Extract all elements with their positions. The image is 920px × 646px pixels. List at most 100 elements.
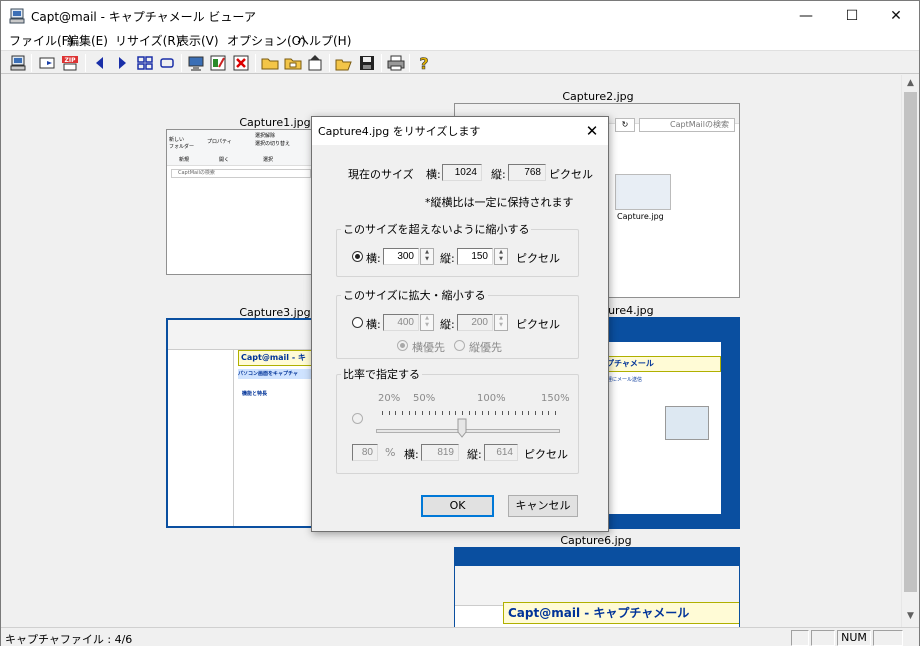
next-icon[interactable] <box>113 54 131 72</box>
group2-width-input[interactable]: 400 <box>383 314 419 331</box>
group2-height-input[interactable]: 200 <box>457 314 493 331</box>
group1-width-spinner[interactable]: ▲ ▼ <box>420 248 434 265</box>
status-text: キャプチャファイル : 4/6 <box>5 633 133 646</box>
thumbnail-capture3[interactable]: Capt@mail - キ パソコン画面をキャプチャ 機能と特長 <box>166 318 316 528</box>
group2-width-spinner[interactable]: ▲ ▼ <box>420 314 434 331</box>
vertical-scrollbar[interactable]: ▲ ▼ <box>901 75 919 627</box>
maximize-button[interactable]: ☐ <box>829 1 875 31</box>
slider-tick <box>395 411 397 415</box>
group-fit-size-title: このサイズに拡大・縮小する <box>341 287 488 303</box>
status-panel-2 <box>811 630 835 646</box>
previous-icon[interactable] <box>91 54 109 72</box>
scale-label-100: 100% <box>477 393 506 404</box>
thumb3-heading: Capt@mail - キ <box>238 350 314 366</box>
status-panel-4 <box>873 630 903 646</box>
help-icon[interactable]: ? <box>415 54 433 74</box>
folder-icon[interactable] <box>261 54 279 72</box>
slider-tick <box>382 411 383 415</box>
slider-tick <box>448 411 450 415</box>
ok-button[interactable]: OK <box>421 495 494 517</box>
zip-icon[interactable]: ZIP <box>61 54 79 72</box>
open-file-icon[interactable] <box>335 54 353 72</box>
slider-tick <box>508 411 510 415</box>
scroll-thumb[interactable] <box>904 92 917 592</box>
slider-tick <box>481 411 483 415</box>
slider-tick <box>541 411 543 415</box>
group2-height-label: 縦: <box>440 318 455 331</box>
scroll-up-icon[interactable]: ▲ <box>902 75 919 92</box>
menu-file[interactable]: ファイル(F) <box>9 32 73 49</box>
menu-help[interactable]: ヘルプ(H) <box>297 32 351 49</box>
slider-tick <box>421 411 423 415</box>
radio-ratio[interactable] <box>352 413 363 424</box>
ratio-slider-thumb[interactable] <box>457 418 467 438</box>
open-folder-icon[interactable] <box>284 54 302 72</box>
print-icon[interactable] <box>387 54 405 72</box>
group-ratio-title: 比率で指定する <box>341 366 422 382</box>
ribbon-select-label: 選択解除 <box>255 133 276 139</box>
menu-view[interactable]: 表示(V) <box>177 32 219 49</box>
save-icon[interactable] <box>358 54 376 72</box>
menu-resize[interactable]: リサイズ(R) <box>115 32 180 49</box>
status-num: NUM <box>837 630 871 646</box>
thumbnail-capture1[interactable]: 新しい フォルダー プロパティ 選択解除 選択の切り替え 新規 開く 選択 Ca… <box>166 129 316 275</box>
thumbnail-grid-icon[interactable] <box>136 54 154 72</box>
slider-tick <box>388 411 390 415</box>
scale-label-20: 20% <box>378 393 401 404</box>
ratio-width-field: 819 <box>421 444 459 461</box>
minimize-button[interactable]: — <box>783 1 829 31</box>
group1-height-input[interactable]: 150 <box>457 248 493 265</box>
send-mail-icon[interactable] <box>38 54 56 72</box>
thumbnail-capture6[interactable]: Capt@mail - キャプチャメール <box>454 547 740 627</box>
capture-icon[interactable] <box>9 54 27 72</box>
current-width-label: 横: <box>426 168 441 181</box>
slider-tick <box>501 411 503 415</box>
scale-label-150: 150% <box>541 393 570 404</box>
cancel-button[interactable]: キャンセル <box>508 495 578 517</box>
status-panel-1 <box>791 630 809 646</box>
ratio-slider-track[interactable] <box>376 429 560 433</box>
ratio-percent-label: % <box>385 446 396 459</box>
group-max-size-title: このサイズを超えないように縮小する <box>341 221 532 237</box>
ratio-percent-field[interactable]: 80 <box>352 444 378 461</box>
radio-height-priority[interactable] <box>454 340 465 351</box>
menu-edit[interactable]: 編集(E) <box>67 32 108 49</box>
width-priority-label: 横優先 <box>412 341 445 354</box>
screen-capture-icon[interactable] <box>187 54 205 72</box>
current-height-field: 768 <box>508 164 546 181</box>
scale-label-50: 50% <box>413 393 436 404</box>
slider-tick <box>528 411 530 415</box>
aspect-note: *縦横比は一定に保持されます <box>425 196 574 209</box>
radio-max-size[interactable] <box>352 251 363 262</box>
single-view-icon[interactable] <box>158 54 176 72</box>
group1-width-input[interactable]: 300 <box>383 248 419 265</box>
dialog-title-bar[interactable]: Capture4.jpg をリサイズします ✕ <box>312 117 608 145</box>
thumb-label-capture6: Capture6.jpg <box>560 534 632 547</box>
edit-image-icon[interactable] <box>209 54 227 72</box>
slider-tick <box>461 411 463 415</box>
thumb3-banner: パソコン画面をキャプチャ <box>238 369 314 379</box>
slider-tick <box>548 411 550 415</box>
group2-width-label: 横: <box>366 318 381 331</box>
ribbon-invert-label: 選択の切り替え <box>255 141 291 147</box>
group1-height-spinner[interactable]: ▲ ▼ <box>494 248 508 265</box>
radio-fit-size[interactable] <box>352 317 363 328</box>
ribbon-group-open: 開く <box>219 157 230 163</box>
group2-height-spinner[interactable]: ▲ ▼ <box>494 314 508 331</box>
group1-height-label: 縦: <box>440 252 455 265</box>
slider-tick <box>488 411 490 415</box>
radio-width-priority[interactable] <box>397 340 408 351</box>
title-bar[interactable]: Capt@mail - キャプチャメール ビューア — ☐ ✕ <box>1 1 919 31</box>
close-button[interactable]: ✕ <box>873 1 919 31</box>
scroll-down-icon[interactable]: ▼ <box>902 608 919 625</box>
window-title: Capt@mail - キャプチャメール ビューア <box>31 10 256 24</box>
delete-icon[interactable] <box>232 54 250 72</box>
folder-up-icon[interactable] <box>306 54 324 72</box>
thumb1-search: CaptMailの検索 <box>171 169 311 178</box>
ribbon-group-select: 選択 <box>263 157 274 163</box>
thumb6-heading: Capt@mail - キャプチャメール <box>503 602 739 624</box>
slider-tick <box>475 411 477 415</box>
menu-options[interactable]: オプション(O) <box>227 32 306 49</box>
dialog-close-button[interactable]: ✕ <box>578 119 606 143</box>
ribbon-group-new: 新規 <box>179 157 190 163</box>
